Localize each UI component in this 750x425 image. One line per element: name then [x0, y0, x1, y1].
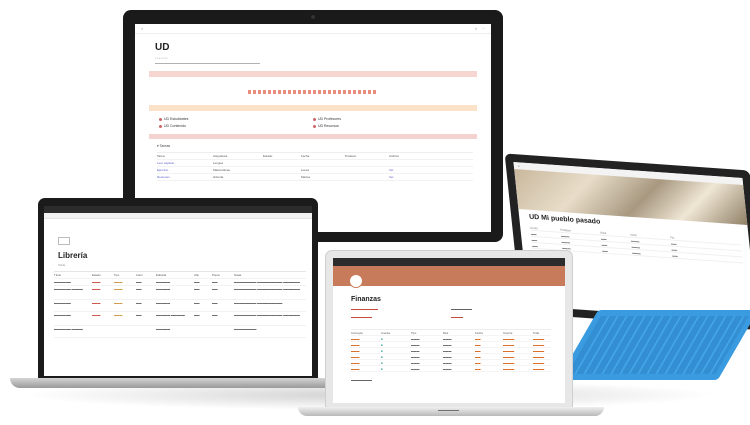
table-row[interactable]: ▬▬▬▬▬▬ ▬▬▬▬ ▬▬▬ ▬▬▬ ▬▬ ▬▬▬▬▬ ▬▬ ▬▬ ▬▬▬▬▬▬▬▬ ▬▬▬… — [54, 286, 306, 300]
meta-value: ▬▬▬▬▬▬▬ — [451, 307, 472, 311]
monitor-page-description: ▬▬▬▬▬▬▬▬▬▬▬▬▬▬▬▬▬▬▬▬▬▬▬▬▬▬▬▬▬▬▬▬▬▬▬ — [155, 61, 260, 65]
bullet-icon — [313, 117, 316, 121]
share-icon[interactable]: ⇪ — [475, 27, 478, 31]
grid-link[interactable]: UD Profesores — [313, 117, 467, 121]
grid-link[interactable]: UD Recursos — [313, 124, 467, 128]
laptop-left-base — [10, 378, 350, 388]
table-row[interactable]: ▬▬▬▬▬▬ ▬▬▬ ▬▬▬ ▬▬ ▬▬▬▬▬ ▬▬ ▬▬ ▬▬▬▬▬▬▬▬ ▬▬▬▬▬▬▬▬… — [54, 279, 306, 286]
meta-link[interactable]: ▬▬▬▬▬▬▬▬▬ — [351, 307, 447, 311]
monitor-link-grid: UD Estudiantes UD Profesores UD Contenid… — [159, 117, 467, 128]
meta-link[interactable]: ▬▬▬▬▬▬▬ — [351, 315, 447, 319]
laptop-center-model-label: ▬▬▬▬▬▬▬ — [438, 408, 459, 412]
more-icon[interactable]: ⋯ — [482, 27, 486, 31]
meta-link[interactable]: ▬▬▬▬ — [451, 315, 547, 319]
device-mockup-scene: ≡ ⇪ ⋯ UD ▪ ▪ ▪ ▪ ▪ ▪ ▪ ▬▬▬▬▬▬▬▬▬▬▬▬▬▬▬▬▬… — [0, 0, 750, 425]
laptop-left-page-title: Librería — [58, 251, 88, 260]
laptop-center-page-title: Finanzas — [351, 296, 381, 303]
browser-tabbar — [44, 206, 312, 213]
laptop-center-device: Finanzas ▬▬▬▬▬▬▬▬▬ ▬▬▬▬▬▬▬ ▬▬▬▬▬▬▬ ▬▬▬▬ … — [325, 250, 573, 410]
finance-cover — [333, 266, 565, 288]
table-header-row: Título Estado Tipo Autor Editorial Año Precio N… — [54, 272, 306, 279]
monitor-camera — [311, 15, 315, 19]
menu-icon[interactable]: ≡ — [141, 27, 143, 31]
monitor-app-topbar: ≡ ⇪ ⋯ — [135, 24, 491, 34]
table-header-row: Tarea Asignatura Estado Fecha Profesor Archiv… — [157, 153, 473, 160]
monitor-pink-divider-2 — [149, 134, 477, 139]
table-row[interactable]: Ejercicio Matemáticas Lunes Ver — [157, 167, 473, 174]
monitor-page-subtitle: ▪ ▪ ▪ ▪ ▪ ▪ ▪ — [155, 56, 168, 60]
tablet-keyboard — [557, 310, 750, 380]
table-row[interactable]: ▬▬▬▬▬▬ ▬▬▬▬ ▬▬▬▬▬ ▬▬▬▬▬▬▬▬ — [54, 326, 306, 338]
monitor-pink-divider — [149, 71, 477, 77]
bullet-icon — [313, 124, 316, 128]
grid-link[interactable]: UD Estudiantes — [159, 117, 313, 121]
monitor-page-title: UD — [155, 42, 170, 53]
library-table: Título Estado Tipo Autor Editorial Año Precio N… — [54, 271, 306, 338]
app-topbar — [44, 213, 312, 219]
laptop-left-device: Librería Tabla Título Estado Tipo Autor Edit… — [38, 198, 318, 380]
view-tab[interactable]: Tabla — [58, 263, 312, 267]
finance-meta: ▬▬▬▬▬▬▬▬▬ ▬▬▬▬▬▬▬ ▬▬▬▬▬▬▬ ▬▬▬▬ — [351, 307, 547, 319]
laptop-left-screen: Librería Tabla Título Estado Tipo Autor Edit… — [44, 206, 312, 376]
keyboard-keys — [567, 316, 749, 374]
table-row[interactable]: Resumen Historia Martes Ver — [157, 174, 473, 181]
banner-decoration — [248, 90, 378, 94]
bullet-icon — [159, 117, 162, 121]
bullet-icon — [159, 124, 162, 128]
table-row[interactable]: Leer capítulo Lengua — [157, 160, 473, 167]
finance-footer: ▬▬▬▬▬▬▬ — [351, 378, 372, 382]
monitor-peach-divider — [149, 105, 477, 111]
laptop-center-screen: Finanzas ▬▬▬▬▬▬▬▬▬ ▬▬▬▬▬▬▬ ▬▬▬▬▬▬▬ ▬▬▬▬ … — [333, 258, 565, 403]
table-row[interactable]: ▬▬▬▬▬▬ ▬▬▬ ▬▬▬ ▬▬ ▬▬▬▬▬ ▬▬▬▬▬ ▬▬ ▬▬ ▬▬▬▬▬▬▬▬ ▬▬… — [54, 312, 306, 326]
table-row[interactable]: ▬▬▬▬▬▬ ▬▬▬ ▬▬▬ ▬▬ ▬▬▬▬▬ ▬▬ ▬▬ ▬▬▬▬▬▬▬▬ ▬▬▬▬▬▬▬▬… — [54, 300, 306, 312]
grid-link[interactable]: UD Contenido — [159, 124, 313, 128]
monitor-banner — [149, 81, 477, 103]
browser-tabbar — [333, 258, 565, 266]
monitor-section-title: ▾ Tareas — [157, 144, 171, 148]
table-row[interactable]: ▬▬▬ ■ ▬▬▬ ▬▬▬ ▬▬ ▬▬▬▬ ▬▬▬▬ — [351, 366, 551, 372]
monitor-table: Tarea Asignatura Estado Fecha Profesor Archiv… — [157, 152, 473, 181]
finance-table: Concepto Cuenta Tipo Mes Fecha Importe Total ▬… — [351, 329, 551, 372]
book-icon — [58, 237, 70, 245]
piggy-bank-icon — [349, 274, 363, 288]
